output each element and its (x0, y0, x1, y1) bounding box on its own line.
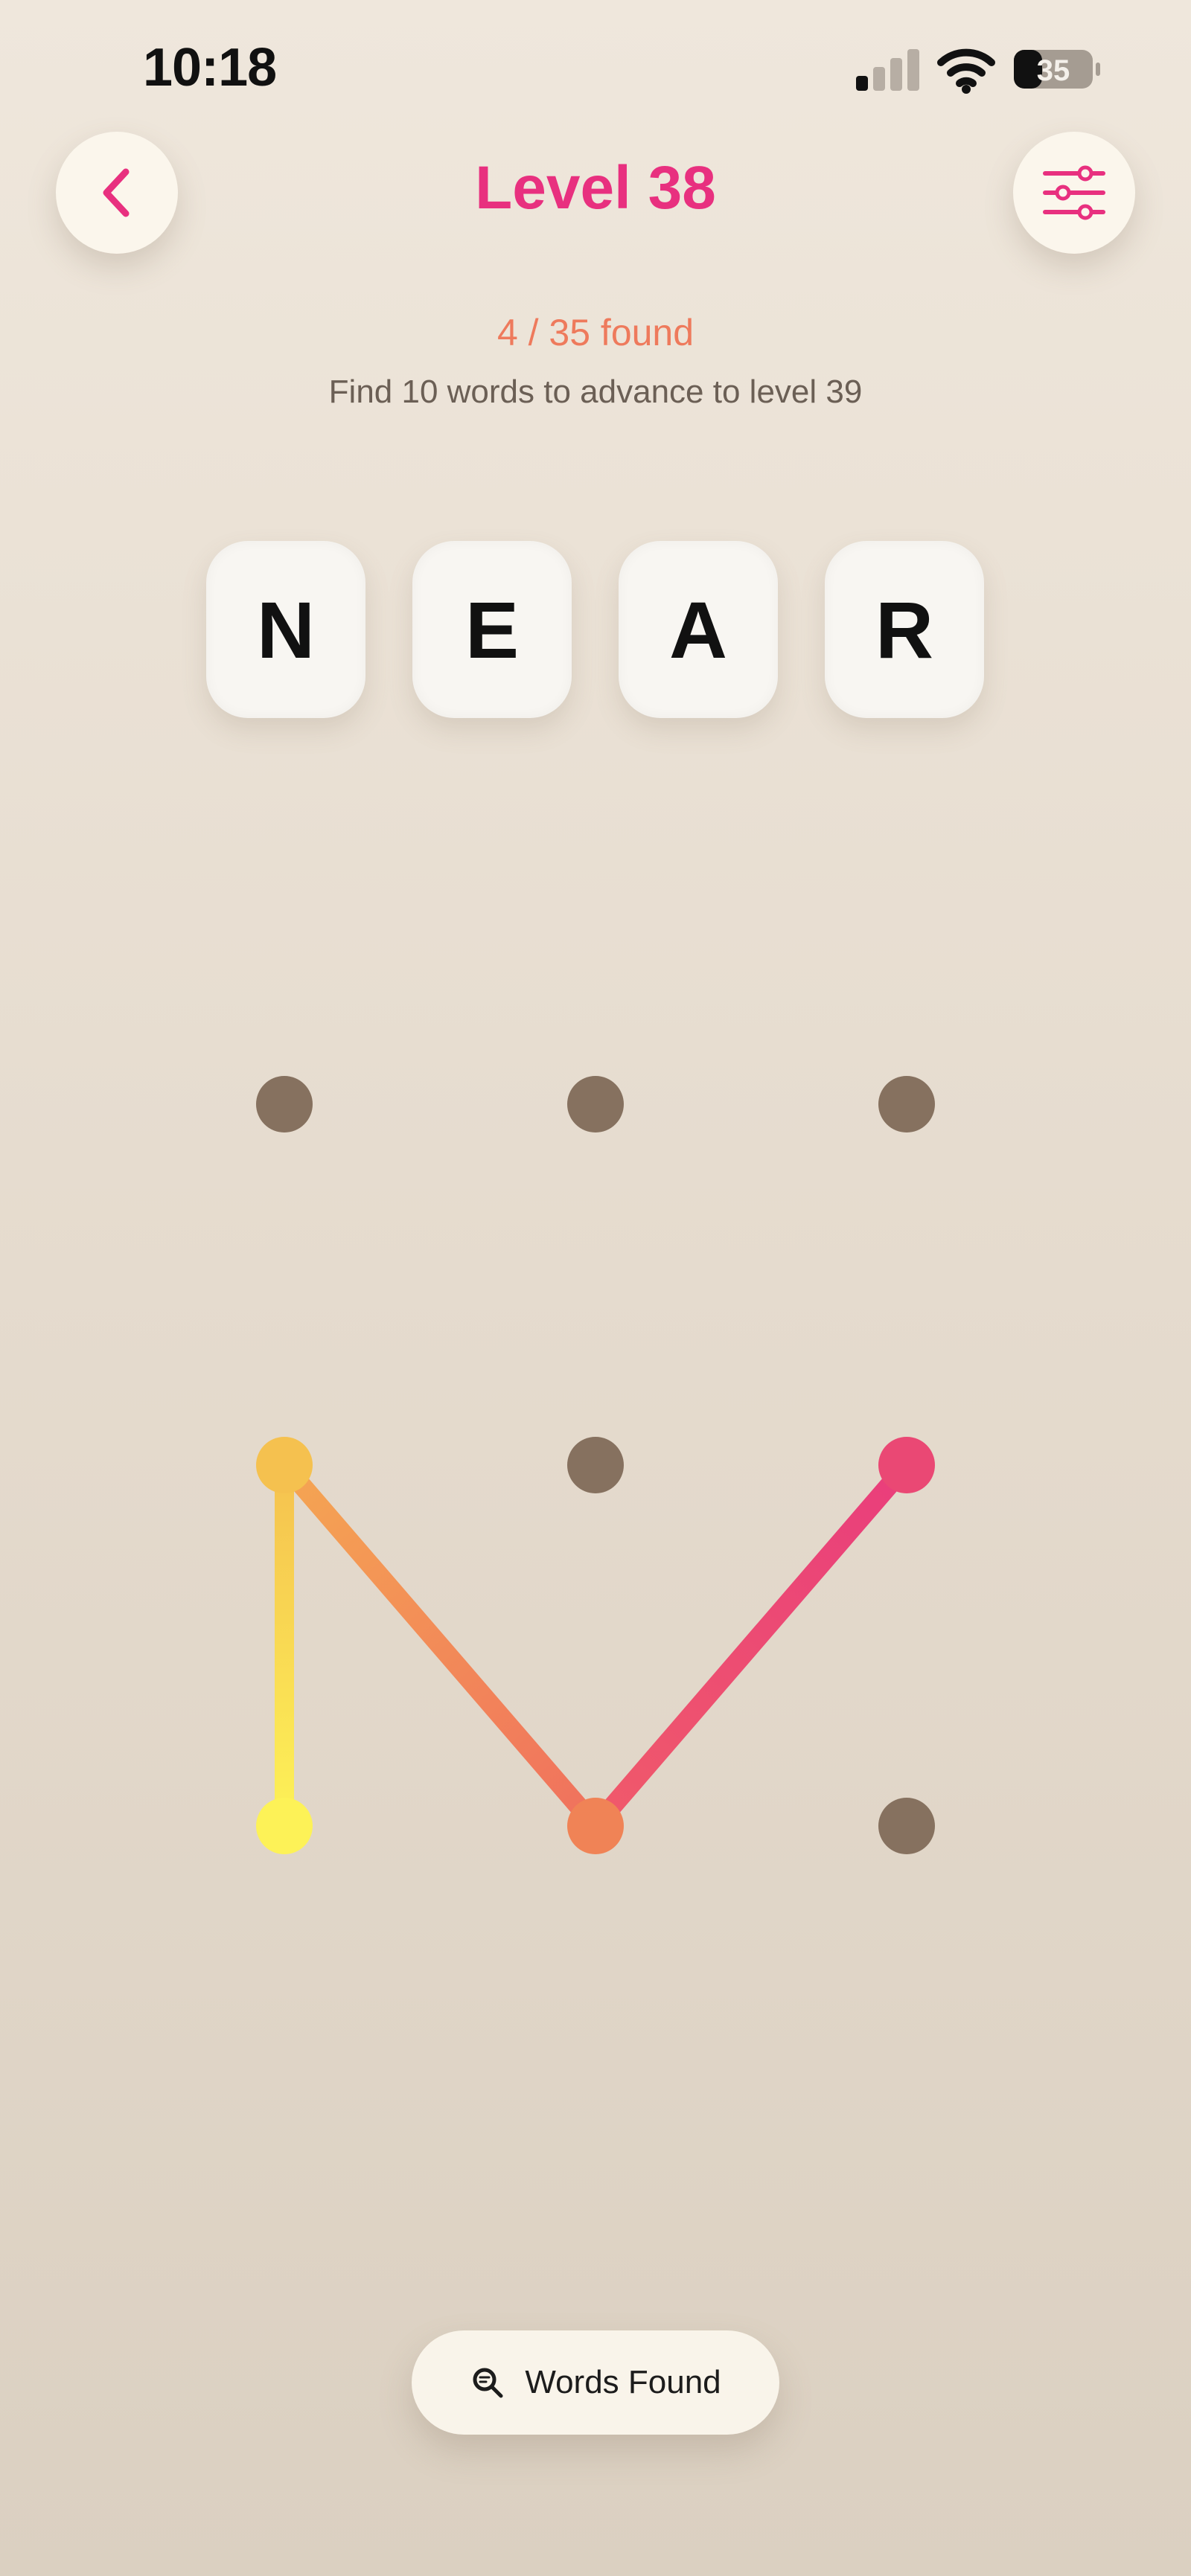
words-found-label: Words Found (525, 2364, 721, 2400)
grid-dot[interactable] (567, 1076, 624, 1132)
grid-dot[interactable] (878, 1076, 935, 1132)
grid-dot-selected[interactable] (567, 1798, 624, 1854)
path-segment (275, 1455, 605, 1836)
dot-grid-board[interactable] (0, 0, 1191, 2576)
grid-dots (256, 1076, 935, 1854)
grid-dot[interactable] (878, 1798, 935, 1854)
words-found-button[interactable]: Words Found (412, 2330, 779, 2435)
grid-dot-selected[interactable] (878, 1437, 935, 1493)
path-segment (586, 1455, 916, 1836)
grid-dot-selected[interactable] (256, 1798, 313, 1854)
grid-dot[interactable] (567, 1437, 624, 1493)
search-icon (473, 2368, 503, 2398)
connection-path (275, 1455, 916, 1836)
grid-dot[interactable] (256, 1076, 313, 1132)
grid-dot-selected[interactable] (256, 1437, 313, 1493)
